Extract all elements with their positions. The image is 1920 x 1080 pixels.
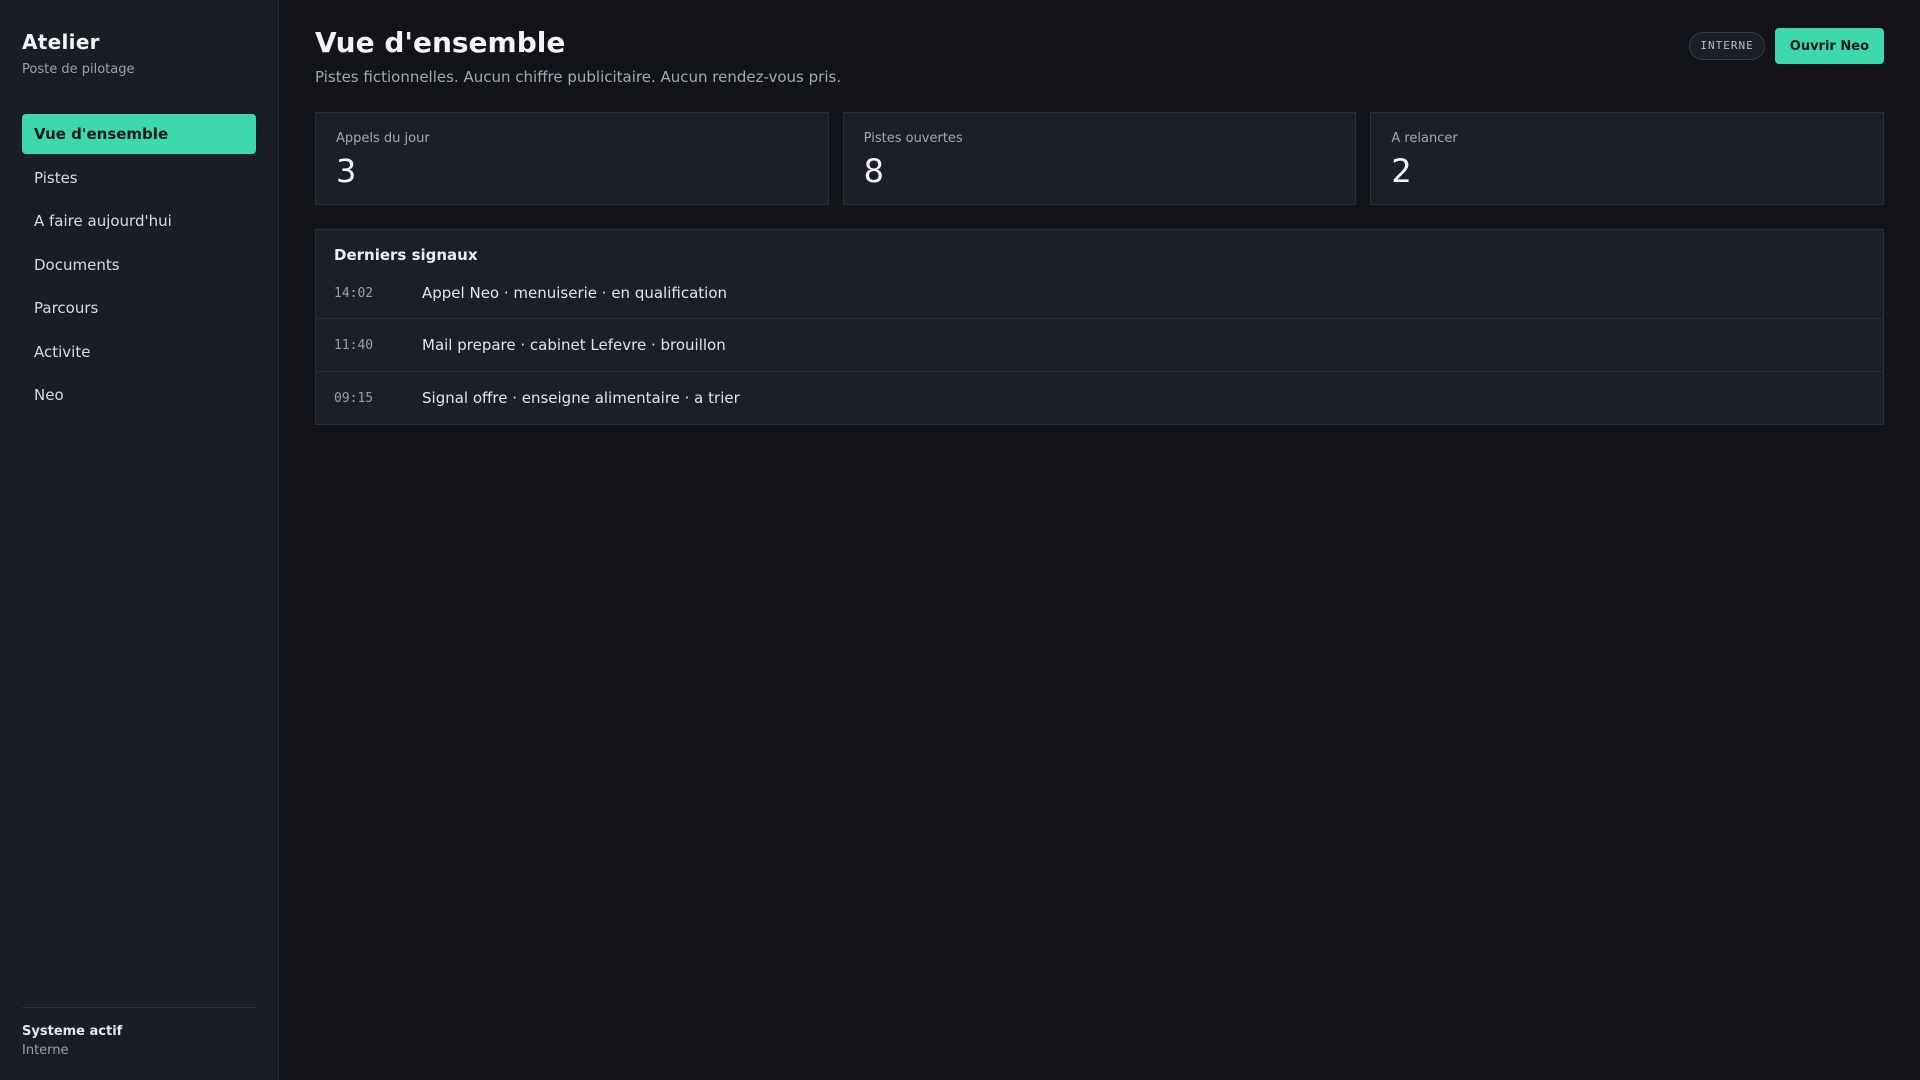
open-neo-button[interactable]: Ouvrir Neo xyxy=(1774,28,1884,64)
sidebar-item-a-faire-aujourdhui[interactable]: A faire aujourd'hui xyxy=(22,201,256,241)
signals-title: Derniers signaux xyxy=(334,246,478,264)
stat-value: 3 xyxy=(336,152,357,190)
signal-time: 11:40 xyxy=(334,337,374,353)
sidebar-nav: Vue d'ensemble Pistes A faire aujourd'hu… xyxy=(22,114,256,419)
system-status-title: Systeme actif xyxy=(22,1024,123,1039)
signals-panel: Derniers signaux 14:02 Appel Neo · menui… xyxy=(315,229,1884,425)
page-header: Vue d'ensemble Pistes fictionnelles. Auc… xyxy=(315,26,1884,86)
brand-subtitle: Poste de pilotage xyxy=(22,62,135,77)
page-title: Vue d'ensemble xyxy=(315,26,566,59)
signal-time: 09:15 xyxy=(334,390,374,406)
sidebar: Atelier Poste de pilotage Vue d'ensemble… xyxy=(0,0,279,1080)
list-item[interactable]: 11:40 Mail prepare · cabinet Lefevre · b… xyxy=(316,319,1883,372)
stat-value: 2 xyxy=(1391,152,1412,190)
system-status-subtitle: Interne xyxy=(22,1043,69,1058)
header-actions: INTERNE Ouvrir Neo xyxy=(1689,28,1884,64)
signal-time: 14:02 xyxy=(334,285,374,301)
sidebar-item-documents[interactable]: Documents xyxy=(22,245,256,285)
system-status: Systeme actif Interne xyxy=(22,1007,256,1059)
page-heading: Vue d'ensemble Pistes fictionnelles. Auc… xyxy=(315,26,841,86)
sidebar-item-vue-d-ensemble[interactable]: Vue d'ensemble xyxy=(22,114,256,154)
brand-title: Atelier xyxy=(22,30,100,54)
stats-row: Appels du jour 3 Pistes ouvertes 8 A rel… xyxy=(315,112,1885,205)
list-item[interactable]: 14:02 Appel Neo · menuiserie · en qualif… xyxy=(316,268,1883,319)
app-window: Atelier Poste de pilotage Vue d'ensemble… xyxy=(0,0,1920,1080)
stat-label: Pistes ouvertes xyxy=(863,131,963,146)
sidebar-item-neo[interactable]: Neo xyxy=(22,375,256,415)
stat-label: Appels du jour xyxy=(336,131,430,146)
sidebar-item-activite[interactable]: Activite xyxy=(22,332,256,372)
sidebar-item-parcours[interactable]: Parcours xyxy=(22,288,256,328)
sidebar-item-pistes[interactable]: Pistes xyxy=(22,158,256,198)
stat-card-appels: Appels du jour 3 xyxy=(315,112,829,205)
signal-text: Signal offre · enseigne alimentaire · a … xyxy=(422,389,740,407)
main-content: Vue d'ensemble Pistes fictionnelles. Auc… xyxy=(279,0,1920,1080)
stat-card-pistes: Pistes ouvertes 8 xyxy=(842,112,1357,205)
stat-label: A relancer xyxy=(1391,131,1458,146)
stat-value: 8 xyxy=(863,152,885,190)
stat-card-relancer: A relancer 2 xyxy=(1370,112,1885,205)
list-item[interactable]: 09:15 Signal offre · enseigne alimentair… xyxy=(316,372,1883,424)
status-badge: INTERNE xyxy=(1689,32,1765,60)
signal-text: Appel Neo · menuiserie · en qualificatio… xyxy=(422,284,728,302)
signal-text: Mail prepare · cabinet Lefevre · brouill… xyxy=(422,336,726,354)
page-subtitle: Pistes fictionnelles. Aucun chiffre publ… xyxy=(315,68,842,86)
